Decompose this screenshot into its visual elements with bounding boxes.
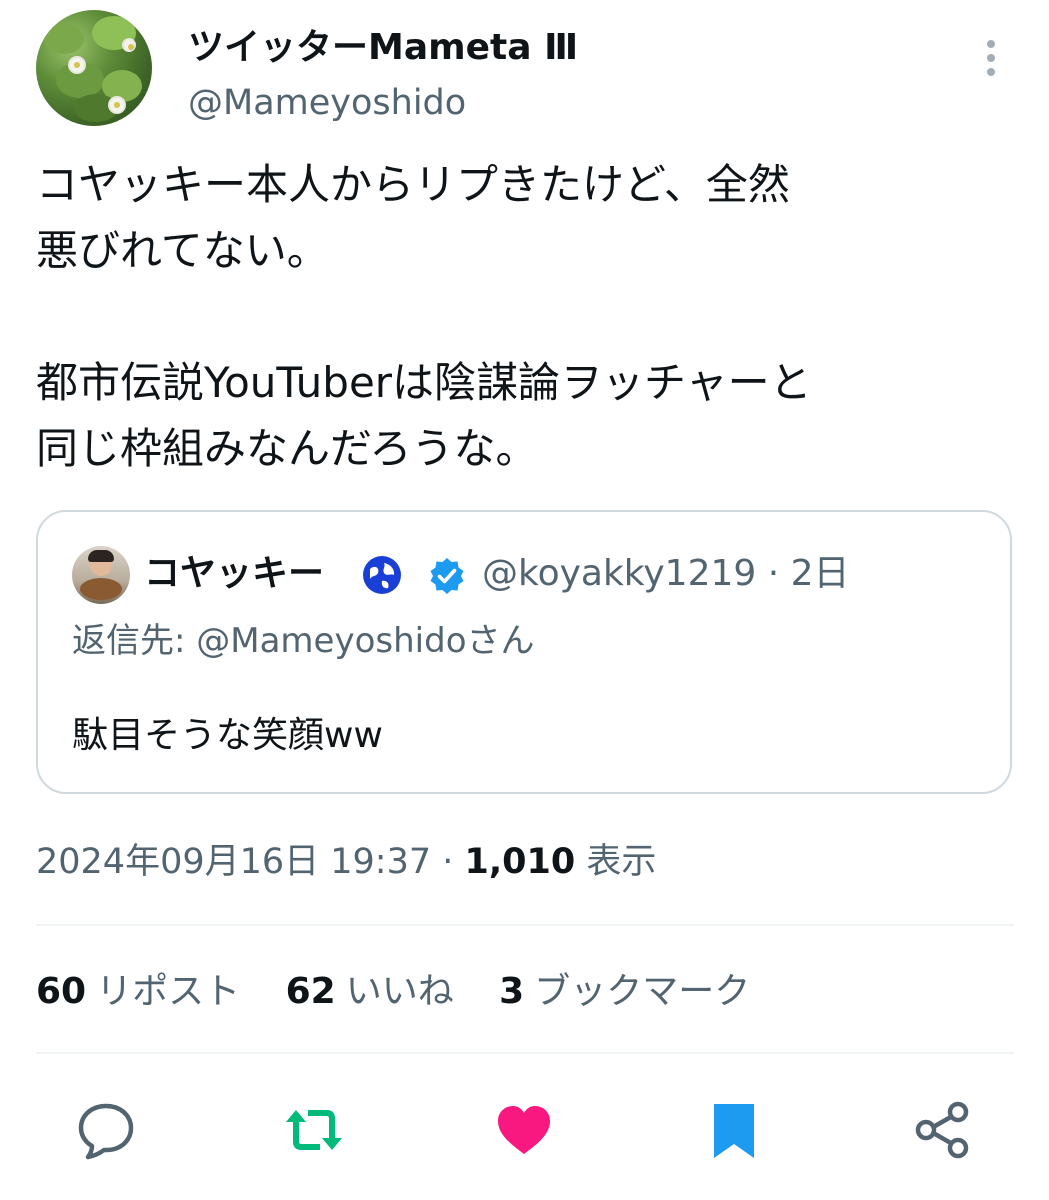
divider-bottom (36, 1052, 1014, 1054)
share-button[interactable] (910, 1098, 974, 1162)
verified-badge-icon (430, 558, 464, 594)
bookmark-button[interactable] (702, 1098, 766, 1162)
repost-button[interactable] (282, 1098, 346, 1162)
bookmarks-count: 3 (499, 971, 525, 1012)
reply-to-prefix: 返信先: (72, 621, 197, 661)
globe-icon (363, 556, 401, 594)
quote-author-handle-time: @koyakky1219 · 2日 (482, 553, 850, 594)
action-bar (0, 1090, 1049, 1170)
heart-icon (498, 1106, 550, 1154)
share-icon (915, 1101, 969, 1159)
views-count: 1,010 (464, 842, 576, 882)
likes-stat[interactable]: 62 いいね (286, 966, 454, 1018)
tweet-metadata: 2024年09月16日 19:37 · 1,010 表示 (36, 836, 656, 888)
like-button[interactable] (492, 1098, 556, 1162)
quoted-reply-card[interactable]: コヤッキー @koyakky1219 · 2日 返信先: @Mameyoshid… (36, 510, 1012, 794)
comment-icon (78, 1103, 134, 1160)
views-label: 表示 (575, 842, 657, 882)
reply-button[interactable] (74, 1098, 138, 1162)
reply-to-line: 返信先: @Mameyoshidoさん (72, 616, 535, 666)
engagement-stats: 60 リポスト 62 いいね 3 ブックマーク (36, 966, 784, 1018)
author-display-name[interactable]: ツイッターMameta Ⅲ (188, 24, 578, 72)
bookmarks-stat[interactable]: 3 ブックマーク (499, 966, 750, 1018)
quote-body-text: 駄目そうな笑顔ww (72, 715, 383, 756)
reposts-label: リポスト (96, 971, 241, 1012)
bookmark-icon (714, 1104, 754, 1158)
reposts-stat[interactable]: 60 リポスト (36, 966, 240, 1018)
bookmarks-label: ブックマーク (534, 971, 751, 1012)
reply-to-mention[interactable]: @Mameyoshidoさん (196, 621, 534, 661)
meta-separator: · (431, 842, 465, 882)
likes-count: 62 (285, 971, 336, 1012)
tweet-header: ツイッターMameta Ⅲ @Mameyoshido (36, 10, 1016, 130)
author-avatar[interactable] (36, 10, 152, 126)
likes-label: いいね (345, 971, 454, 1012)
more-options-icon[interactable] (976, 40, 1006, 80)
quote-author-name[interactable]: コヤッキー (144, 548, 324, 600)
repost-icon (286, 1110, 342, 1150)
divider-top (36, 924, 1014, 926)
tweet-body-text: コヤッキー本人からリプきたけど、全然 悪びれてない。 都市伝説YouTuberは… (36, 160, 812, 473)
reposts-count: 60 (36, 971, 87, 1012)
tweet-timestamp[interactable]: 2024年09月16日 19:37 (36, 842, 431, 882)
author-handle[interactable]: @Mameyoshido (188, 80, 466, 126)
quote-author-avatar[interactable] (72, 546, 130, 604)
